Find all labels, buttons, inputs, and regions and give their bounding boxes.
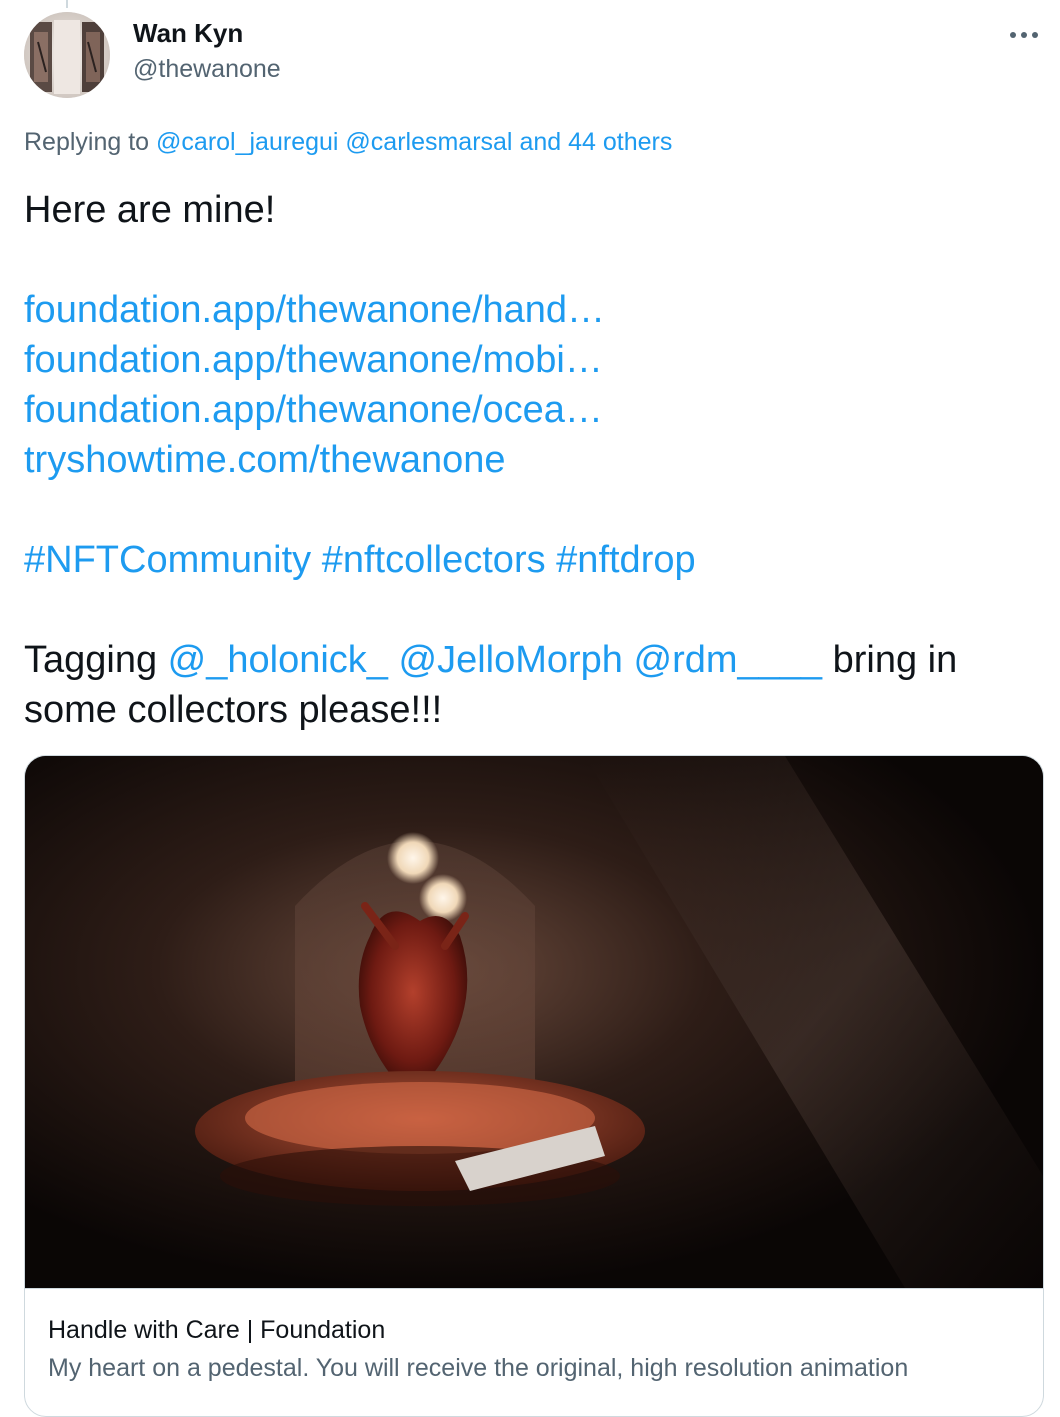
card-media-image [25,756,1043,1288]
more-options-button[interactable] [1004,18,1044,52]
tagging-label: Tagging [24,639,168,681]
tweet-link[interactable]: foundation.app/thewanone/mobi… [24,335,1034,385]
hashtag-link[interactable]: #nftdrop [556,539,695,581]
card-description: My heart on a pedestal. You will receive… [48,1354,909,1382]
tweet-text: Here are mine! foundation.app/thewanone/… [24,185,1034,735]
thread-connector-line [66,0,68,8]
author-name[interactable]: Wan Kyn [133,18,243,49]
more-horizontal-icon [1010,32,1038,38]
tagging-line: Tagging @_holonick_ @JelloMorph @rdm____… [24,635,1034,735]
replying-to: Replying to @carol_jauregui @carlesmarsa… [24,128,672,157]
avatar[interactable] [24,12,110,98]
mention-link[interactable]: @rdm____ [634,639,823,681]
card-title[interactable]: Handle with Care | Foundation [48,1316,385,1345]
replying-to-label: Replying to [24,128,157,156]
tweet-link[interactable]: tryshowtime.com/thewanone [24,435,1034,485]
mention-link[interactable]: @_holonick_ [168,639,388,681]
mention-link[interactable]: @carlesmarsal [345,128,512,156]
hashtag-link[interactable]: #NFTCommunity [24,539,311,581]
tweet-link[interactable]: foundation.app/thewanone/hand… [24,285,1034,335]
others-link[interactable]: and 44 others [519,128,672,156]
tweet-link[interactable]: foundation.app/thewanone/ocea… [24,385,1034,435]
mention-link[interactable]: @JelloMorph [399,639,623,681]
link-preview-card[interactable]: Handle with Care | Foundation My heart o… [24,755,1044,1417]
author-handle[interactable]: @thewanone [133,55,281,84]
hashtag-link[interactable]: #nftcollectors [322,539,546,581]
mention-link[interactable]: @carol_jauregui [156,128,338,156]
tweet-line: Here are mine! [24,189,276,231]
avatar-image [24,12,110,98]
hashtag-line: #NFTCommunity #nftcollectors #nftdrop [24,535,1034,585]
card-media[interactable] [25,756,1043,1289]
